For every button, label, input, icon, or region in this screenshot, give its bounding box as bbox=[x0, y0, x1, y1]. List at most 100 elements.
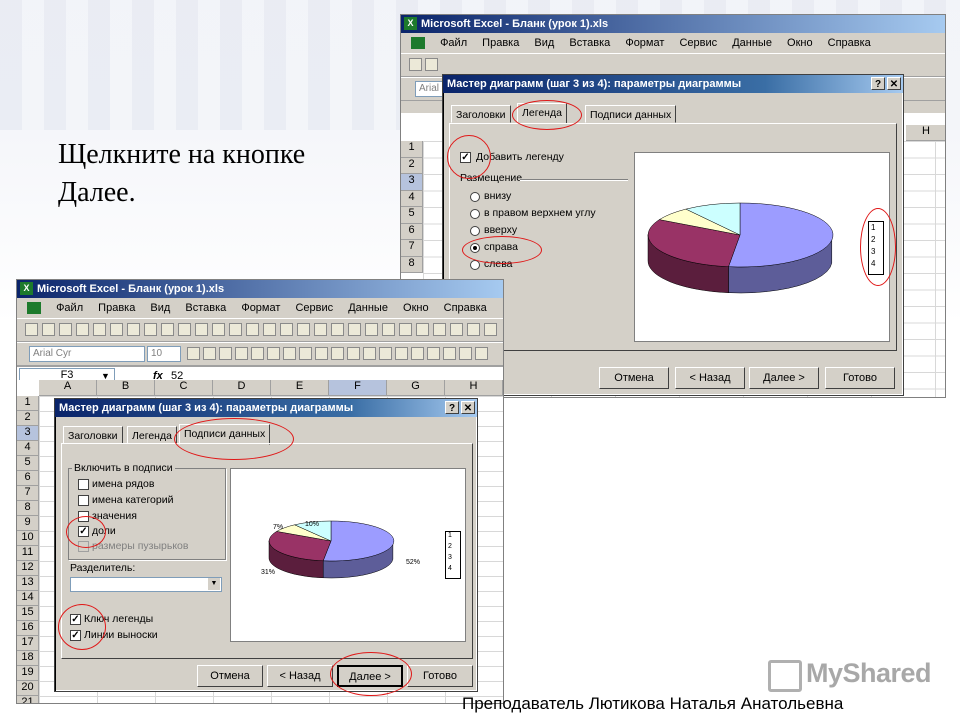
toolbar-button-icon[interactable] bbox=[382, 323, 395, 336]
format-button-icon[interactable] bbox=[459, 347, 472, 360]
row-header[interactable]: 15 bbox=[17, 606, 39, 621]
toolbar-button-icon[interactable] bbox=[467, 323, 480, 336]
toolbar-button-icon[interactable] bbox=[212, 323, 225, 336]
row-header[interactable]: 1 bbox=[17, 396, 39, 411]
format-button-icon[interactable] bbox=[427, 347, 440, 360]
menu-window[interactable]: Окно bbox=[787, 37, 813, 49]
toolbar-button-icon[interactable] bbox=[365, 323, 378, 336]
menu-view[interactable]: Вид bbox=[150, 302, 170, 314]
separator-combo[interactable]: ▼ bbox=[70, 577, 222, 592]
cancel-button[interactable]: Отмена bbox=[197, 665, 263, 687]
menu-format[interactable]: Формат bbox=[625, 37, 664, 49]
column-header-D[interactable]: D bbox=[213, 380, 271, 396]
format-button-icon[interactable] bbox=[251, 347, 264, 360]
toolbar-button-icon[interactable] bbox=[59, 323, 72, 336]
toolbar-button-icon[interactable] bbox=[263, 323, 276, 336]
toolbar-button-icon[interactable] bbox=[195, 323, 208, 336]
cancel-button[interactable]: Отмена bbox=[599, 367, 669, 389]
menu-edit[interactable]: Правка bbox=[482, 37, 519, 49]
menu-file[interactable]: Файл bbox=[440, 37, 467, 49]
row-header[interactable]: 17 bbox=[17, 636, 39, 651]
row-header[interactable]: 4 bbox=[401, 190, 423, 207]
new-icon[interactable] bbox=[409, 58, 422, 71]
menu-file[interactable]: Файл bbox=[56, 302, 83, 314]
toolbar-button-icon[interactable] bbox=[348, 323, 361, 336]
format-button-icon[interactable] bbox=[347, 347, 360, 360]
row-header[interactable]: 20 bbox=[17, 681, 39, 696]
finish-button[interactable]: Готово bbox=[825, 367, 895, 389]
row-header[interactable]: 10 bbox=[17, 531, 39, 546]
row-header[interactable]: 8 bbox=[17, 501, 39, 516]
dialog-titlebar[interactable]: Мастер диаграмм (шаг 3 из 4): параметры … bbox=[443, 75, 903, 93]
menu-insert[interactable]: Вставка bbox=[569, 37, 610, 49]
menu-view[interactable]: Вид bbox=[534, 37, 554, 49]
toolbar-button-icon[interactable] bbox=[161, 323, 174, 336]
font-size-combo[interactable]: 10 bbox=[147, 346, 181, 362]
tab-legend[interactable]: Легенда bbox=[127, 426, 177, 444]
menu-edit[interactable]: Правка bbox=[98, 302, 135, 314]
row-header[interactable]: 8 bbox=[401, 256, 423, 273]
radio-corner[interactable] bbox=[470, 209, 480, 219]
finish-button[interactable]: Готово bbox=[407, 665, 473, 687]
row-header[interactable]: 13 bbox=[17, 576, 39, 591]
radio-bottom[interactable] bbox=[470, 192, 480, 202]
toolbar-button-icon[interactable] bbox=[25, 323, 38, 336]
toolbar-button-icon[interactable] bbox=[127, 323, 140, 336]
dialog-titlebar[interactable]: Мастер диаграмм (шаг 3 из 4): параметры … bbox=[55, 399, 477, 417]
format-button-icon[interactable] bbox=[267, 347, 280, 360]
toolbar-button-icon[interactable] bbox=[229, 323, 242, 336]
row-header[interactable]: 6 bbox=[401, 223, 423, 240]
toolbar-button-icon[interactable] bbox=[314, 323, 327, 336]
format-button-icon[interactable] bbox=[475, 347, 488, 360]
toolbar-button-icon[interactable] bbox=[297, 323, 310, 336]
column-header-C[interactable]: C bbox=[155, 380, 213, 396]
menu-data[interactable]: Данные bbox=[348, 302, 388, 314]
row-header[interactable]: 5 bbox=[401, 207, 423, 224]
format-button-icon[interactable] bbox=[315, 347, 328, 360]
format-button-icon[interactable] bbox=[379, 347, 392, 360]
excel-titlebar[interactable]: X Microsoft Excel - Бланк (урок 1).xls bbox=[17, 280, 503, 298]
format-button-icon[interactable] bbox=[331, 347, 344, 360]
menu-insert[interactable]: Вставка bbox=[185, 302, 226, 314]
format-button-icon[interactable] bbox=[203, 347, 216, 360]
column-header-H[interactable]: H bbox=[445, 380, 503, 396]
toolbar-button-icon[interactable] bbox=[450, 323, 463, 336]
format-button-icon[interactable] bbox=[219, 347, 232, 360]
toolbar-button-icon[interactable] bbox=[110, 323, 123, 336]
format-button-icon[interactable] bbox=[235, 347, 248, 360]
row-header[interactable]: 21 bbox=[17, 696, 39, 703]
toolbar-button-icon[interactable] bbox=[433, 323, 446, 336]
radio-top[interactable] bbox=[470, 226, 480, 236]
column-header-F[interactable]: F bbox=[329, 380, 387, 396]
row-header[interactable]: 3 bbox=[17, 426, 39, 441]
format-button-icon[interactable] bbox=[443, 347, 456, 360]
column-header-A[interactable]: A bbox=[39, 380, 97, 396]
row-header[interactable]: 1 bbox=[401, 141, 423, 158]
toolbar-button-icon[interactable] bbox=[76, 323, 89, 336]
format-button-icon[interactable] bbox=[395, 347, 408, 360]
format-button-icon[interactable] bbox=[411, 347, 424, 360]
back-button[interactable]: < Назад bbox=[267, 665, 333, 687]
row-header[interactable]: 9 bbox=[17, 516, 39, 531]
category-name-checkbox[interactable] bbox=[78, 495, 89, 506]
toolbar-button-icon[interactable] bbox=[484, 323, 497, 336]
menu-help[interactable]: Справка bbox=[828, 37, 871, 49]
column-header-B[interactable]: B bbox=[97, 380, 155, 396]
row-header[interactable]: 14 bbox=[17, 591, 39, 606]
toolbar-button-icon[interactable] bbox=[416, 323, 429, 336]
toolbar-button-icon[interactable] bbox=[178, 323, 191, 336]
font-combo[interactable]: Arial Cyr bbox=[29, 346, 145, 362]
row-header[interactable]: 6 bbox=[17, 471, 39, 486]
column-header-G[interactable]: G bbox=[387, 380, 445, 396]
toolbar-button-icon[interactable] bbox=[280, 323, 293, 336]
menu-format[interactable]: Формат bbox=[241, 302, 280, 314]
row-header[interactable]: 5 bbox=[17, 456, 39, 471]
open-icon[interactable] bbox=[425, 58, 438, 71]
help-button[interactable]: ? bbox=[445, 401, 459, 414]
row-header[interactable]: 2 bbox=[17, 411, 39, 426]
tab-titles[interactable]: Заголовки bbox=[63, 426, 123, 444]
row-header[interactable]: 18 bbox=[17, 651, 39, 666]
tab-titles[interactable]: Заголовки bbox=[451, 105, 511, 123]
column-header-E[interactable]: E bbox=[271, 380, 329, 396]
next-button[interactable]: Далее > bbox=[749, 367, 819, 389]
